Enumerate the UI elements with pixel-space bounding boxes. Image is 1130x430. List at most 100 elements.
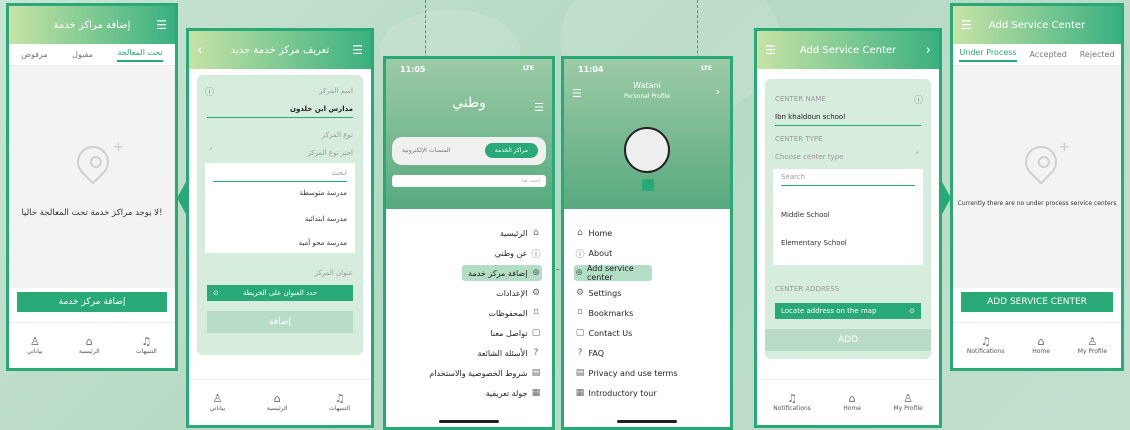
center-type-select[interactable]: Choose center type [775, 153, 843, 161]
menu-item-bookmarks[interactable]: المحفوظات ⌑ [396, 305, 542, 321]
search-input[interactable]: Search [781, 173, 805, 181]
location-icon: ⊙ [213, 289, 219, 297]
center-name-field[interactable]: Ibn khaldoun school [775, 113, 845, 121]
menu-icon[interactable]: ☰ [352, 43, 363, 57]
add-button[interactable]: ADD [765, 329, 931, 351]
option-elementary-school[interactable]: Elementary School [781, 239, 847, 247]
page-title: Add Service Center [988, 19, 1086, 31]
add-service-center-button[interactable]: إضافة مركز خدمة [17, 292, 167, 312]
menu-item-about[interactable]: عن وطني ⓘ [396, 245, 542, 261]
tab-under-process[interactable]: Under Process [959, 48, 1017, 62]
chevron-up-icon: ˄ [209, 147, 213, 156]
tour-icon: ▦ [575, 388, 585, 398]
bottom-nav: ♫ Notifications ⌂ Home ♙ My Profile [953, 322, 1121, 368]
app-logo: وطني [452, 95, 486, 111]
option-middle-school[interactable]: مدرسة متوسطة [300, 189, 348, 197]
chevron-right-icon[interactable]: › [926, 43, 931, 58]
nav-notifications[interactable]: ♫ Notifications [967, 336, 1005, 356]
menu-item-tour[interactable]: جولة تعريفية ▦ [396, 385, 542, 401]
bottom-nav: ♙ بياناتي ⌂ الرئيسية ♫ التنبيهات [9, 322, 175, 368]
info-icon: ⓘ [205, 88, 215, 98]
menu-item-settings[interactable]: الإعدادات ⚙ [396, 285, 542, 301]
menu-sheet: الرئيسية ⌂ عن وطني ⓘ إضافة مركز خدمة ⊕ ا… [386, 209, 552, 427]
add-service-center-button[interactable]: ADD SERVICE CENTER [961, 292, 1113, 312]
divider [207, 117, 353, 118]
edit-avatar-icon[interactable] [642, 179, 654, 191]
menu-item-home[interactable]: ⌂ Home [574, 225, 720, 241]
menu-item-add-service-center[interactable]: إضافة مركز خدمة ⊕ [462, 265, 542, 281]
home-icon: ⌂ [848, 392, 856, 405]
menu-icon[interactable]: ☰ [534, 101, 544, 114]
back-icon[interactable]: ‹ [197, 43, 202, 58]
home-icon: ⌂ [577, 228, 583, 238]
avatar-icon [624, 127, 670, 173]
home-indicator [617, 420, 677, 423]
plus-circle-icon: ⊕ [575, 268, 583, 278]
nav-notifications[interactable]: ♫ التنبيهات [136, 336, 157, 356]
header: ☰ Add Service Center › [757, 31, 939, 69]
search-input[interactable]: ابحث هنا [392, 175, 546, 187]
menu-icon[interactable]: ☰ [961, 18, 972, 32]
tab-under-process[interactable]: تحت المعالجة [117, 48, 163, 62]
tab-service-centers[interactable]: مراكز الخدمة [484, 143, 538, 158]
app-background: 11:04 LTE ☰ Watani Personal Profile › [564, 59, 730, 209]
menu-icon[interactable]: ☰ [156, 18, 167, 32]
plus-circle-icon: ⊕ [532, 268, 540, 278]
tab-accepted[interactable]: مقبول [72, 50, 93, 59]
tab-rejected[interactable]: Rejected [1080, 50, 1115, 59]
center-name-field[interactable]: مدارس ابن خلدون [290, 105, 353, 113]
location-pin-icon [1018, 139, 1064, 185]
nav-home[interactable]: ⌂ Home [843, 392, 861, 413]
location-pin-icon [70, 139, 116, 185]
tab-accepted[interactable]: Accepted [1030, 50, 1067, 59]
phone-english-service-centers: ☰ Add Service Center Under Process Accep… [950, 3, 1124, 371]
menu-item-home[interactable]: الرئيسية ⌂ [396, 225, 542, 241]
divider [781, 185, 915, 186]
option-elementary-school[interactable]: مدرسة ابتدائية [305, 215, 347, 223]
nav-notifications[interactable]: ♫ Notifications [773, 393, 811, 413]
menu-item-settings[interactable]: ⚙ Settings [574, 285, 720, 301]
menu-item-faq[interactable]: ? FAQ [574, 345, 720, 361]
center-type-select[interactable]: اختر نوع المركز [307, 149, 353, 157]
center-name-label: CENTER NAME [775, 95, 826, 103]
menu-item-contact[interactable]: تواصل معنا ▢ [396, 325, 542, 341]
status-tabs: مرفوض مقبول تحت المعالجة [9, 44, 175, 66]
tab-rejected[interactable]: مرفوض [21, 50, 47, 59]
menu-item-privacy[interactable]: ▤ Privacy and use terms [574, 365, 720, 381]
plus-icon: + [113, 140, 124, 155]
phone-arabic-service-centers: ☰ إضافة مراكز خدمة مرفوض مقبول تحت المعا… [6, 3, 178, 371]
status-signal: LTE [700, 65, 712, 72]
search-input[interactable]: ابحث [332, 169, 347, 177]
nav-profile[interactable]: ♙ My Profile [1078, 336, 1107, 356]
status-time: 11:04 [578, 65, 604, 74]
menu-item-privacy[interactable]: شروط الخصوصية والاستخدام ▤ [396, 365, 542, 381]
menu-item-about[interactable]: ⓘ About [574, 245, 720, 261]
menu-item-tour[interactable]: ▦ Introductory tour [574, 385, 720, 401]
nav-profile[interactable]: ♙ My Profile [893, 393, 922, 413]
gear-icon: ⚙ [531, 288, 541, 298]
phone-english-menu: 11:04 LTE ☰ Watani Personal Profile › ⌂ … [561, 56, 733, 430]
tab-e-platforms[interactable]: المنصات الإلكترونية [402, 147, 450, 154]
add-button[interactable]: إضافة [207, 311, 353, 333]
menu-item-add-service-center[interactable]: ⊕ Add service center [574, 264, 652, 282]
menu-item-faq[interactable]: الأسئلة الشائعة ? [396, 345, 542, 361]
nav-home[interactable]: ⌂ الرئيسية [79, 336, 100, 356]
page-title: تعريف مركز خدمة جديد [230, 44, 330, 56]
locate-on-map-button[interactable]: حدد العنوان على الخريطة ⊙ [207, 285, 353, 301]
locate-on-map-button[interactable]: Locate address on the map ⊙ [775, 303, 921, 319]
option-middle-school[interactable]: Middle School [781, 211, 830, 219]
bottom-nav: ♫ Notifications ⌂ Home ♙ My Profile [757, 379, 939, 425]
chat-icon: ▢ [575, 328, 585, 338]
person-icon: ♙ [29, 335, 40, 348]
nav-profile[interactable]: ♙ بياناتي [27, 335, 42, 356]
nav-home[interactable]: ⌂ الرئيسية [267, 393, 288, 413]
menu-item-contact[interactable]: ▢ Contact Us [574, 325, 720, 341]
menu-icon[interactable]: ☰ [765, 43, 776, 57]
nav-notifications[interactable]: ♫ التنبيهات [329, 393, 350, 413]
menu-sheet: ⌂ Home ⓘ About ⊕ Add service center ⚙ Se… [564, 209, 730, 427]
menu-item-bookmarks[interactable]: ⌑ Bookmarks [574, 305, 720, 321]
nav-home[interactable]: ⌂ Home [1032, 336, 1050, 356]
option-literacy-school[interactable]: مدرسة محو أمية [299, 239, 347, 247]
nav-profile[interactable]: ♙ بياناتي [210, 393, 225, 413]
chevron-right-icon[interactable]: › [716, 85, 720, 98]
